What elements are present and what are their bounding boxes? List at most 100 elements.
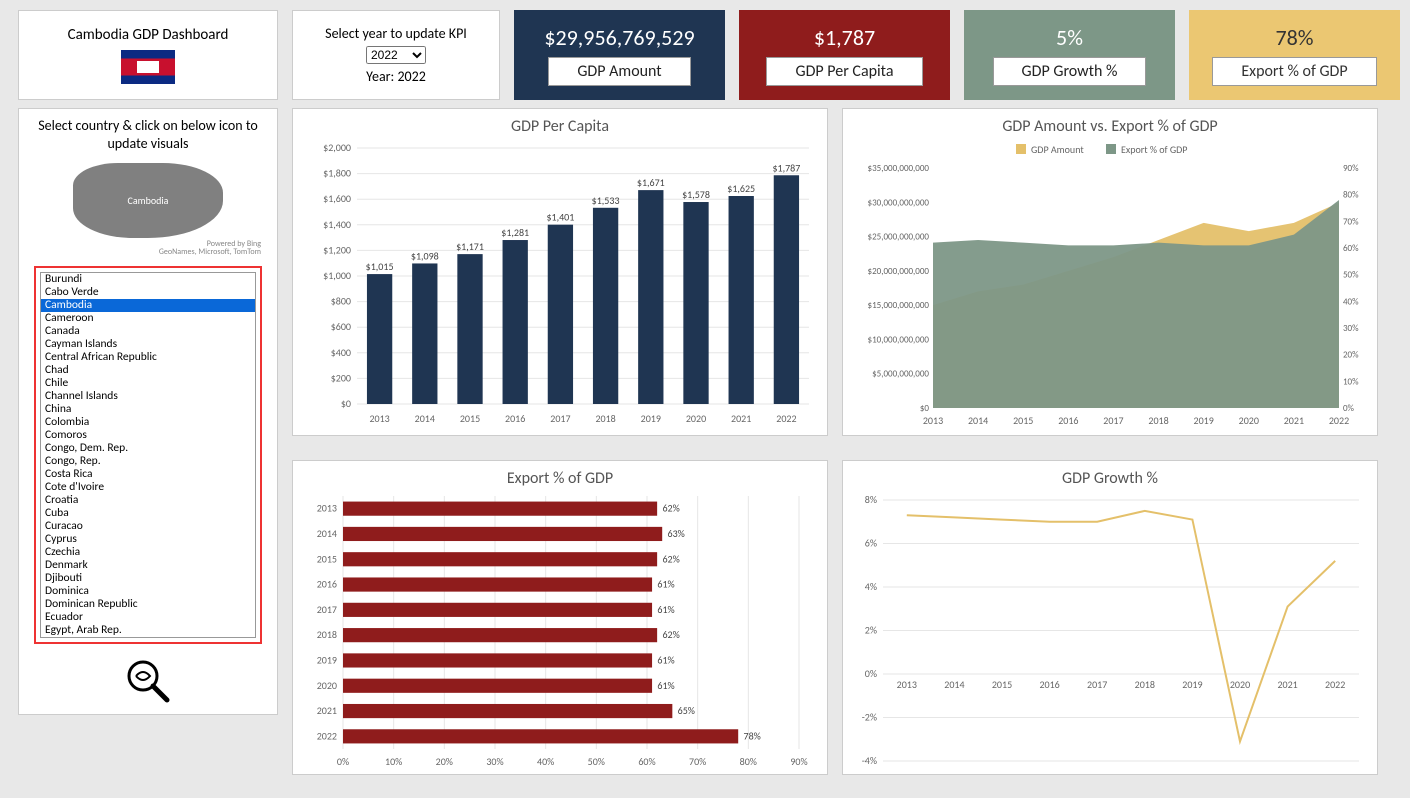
svg-text:$10,000,000,000: $10,000,000,000 <box>868 334 930 345</box>
svg-text:$2,000: $2,000 <box>323 141 351 154</box>
svg-text:2021: 2021 <box>1284 414 1304 427</box>
svg-text:$200: $200 <box>331 371 351 384</box>
kpi-label: GDP Amount <box>548 57 690 86</box>
svg-text:50%: 50% <box>588 755 605 768</box>
svg-text:78%: 78% <box>744 729 761 742</box>
kpi-2: 5%GDP Growth % <box>964 10 1175 100</box>
year-select[interactable]: 2013201420152016201720182019202020212022 <box>366 46 426 64</box>
svg-text:$1,281: $1,281 <box>501 226 529 239</box>
svg-text:2022: 2022 <box>1325 678 1345 691</box>
svg-text:2%: 2% <box>865 623 877 636</box>
svg-text:2018: 2018 <box>1148 414 1168 427</box>
svg-text:$5,000,000,000: $5,000,000,000 <box>872 369 929 380</box>
country-option[interactable]: Chad <box>41 364 255 377</box>
svg-text:2019: 2019 <box>1194 414 1214 427</box>
svg-text:$1,098: $1,098 <box>411 249 439 262</box>
dashboard-title: Cambodia GDP Dashboard <box>68 26 229 44</box>
svg-text:60%: 60% <box>638 755 655 768</box>
country-option[interactable]: Egypt, Arab Rep. <box>41 624 255 637</box>
svg-text:2018: 2018 <box>317 628 337 641</box>
kpi-value: $1,787 <box>814 24 875 51</box>
svg-text:2014: 2014 <box>317 526 337 539</box>
svg-text:Export % of GDP: Export % of GDP <box>1121 143 1187 156</box>
country-option[interactable]: Channel Islands <box>41 390 255 403</box>
svg-text:$1,600: $1,600 <box>323 192 351 205</box>
svg-text:61%: 61% <box>657 653 674 666</box>
svg-text:2018: 2018 <box>1135 678 1155 691</box>
svg-text:60%: 60% <box>1343 243 1359 254</box>
svg-text:2013: 2013 <box>317 501 337 514</box>
svg-text:2015: 2015 <box>992 678 1012 691</box>
svg-text:2017: 2017 <box>1103 414 1123 427</box>
map-attrib-2: GeoNames, Microsoft, TomTom <box>159 248 261 256</box>
country-listbox[interactable]: BurundiCabo VerdeCambodiaCameroonCanadaC… <box>40 272 256 638</box>
svg-text:0%: 0% <box>865 667 877 680</box>
kpi-label: GDP Per Capita <box>766 57 922 86</box>
svg-text:70%: 70% <box>689 755 706 768</box>
chart-gdp-vs-export: GDP Amount vs. Export % of GDP GDP Amoun… <box>842 108 1378 436</box>
svg-text:$800: $800 <box>331 295 351 308</box>
kpi-value: $29,956,769,529 <box>544 24 694 51</box>
country-selector-card: Select country & click on below icon to … <box>18 108 278 715</box>
svg-text:30%: 30% <box>486 755 503 768</box>
svg-text:2021: 2021 <box>317 704 337 717</box>
svg-text:30%: 30% <box>1343 323 1359 334</box>
svg-text:$1,578: $1,578 <box>682 188 710 201</box>
country-option[interactable]: Croatia <box>41 494 255 507</box>
svg-text:2019: 2019 <box>1182 678 1202 691</box>
svg-text:$1,671: $1,671 <box>637 176 665 189</box>
svg-text:62%: 62% <box>662 552 679 565</box>
svg-text:90%: 90% <box>1343 163 1359 174</box>
chart-gdp-per-capita: GDP Per Capita $0$200$400$600$800$1,000$… <box>292 108 828 436</box>
kpi-3: 78%Export % of GDP <box>1189 10 1400 100</box>
svg-text:$400: $400 <box>331 346 351 359</box>
svg-text:2021: 2021 <box>1277 678 1297 691</box>
svg-text:$15,000,000,000: $15,000,000,000 <box>868 300 930 311</box>
svg-text:$1,200: $1,200 <box>323 243 351 256</box>
kpi-value: 78% <box>1275 24 1313 51</box>
svg-text:$1,401: $1,401 <box>546 211 574 224</box>
svg-text:2020: 2020 <box>317 678 337 691</box>
svg-text:10%: 10% <box>385 755 402 768</box>
country-listbox-frame: BurundiCabo VerdeCambodiaCameroonCanadaC… <box>34 266 262 644</box>
svg-text:$1,015: $1,015 <box>366 260 394 273</box>
svg-text:2020: 2020 <box>1239 414 1259 427</box>
dashboard-title-card: Cambodia GDP Dashboard <box>18 10 278 100</box>
svg-text:70%: 70% <box>1343 216 1359 227</box>
svg-text:2017: 2017 <box>317 602 337 615</box>
svg-text:80%: 80% <box>740 755 757 768</box>
svg-text:2021: 2021 <box>731 412 751 425</box>
svg-text:$35,000,000,000: $35,000,000,000 <box>868 163 930 174</box>
svg-text:2015: 2015 <box>317 552 337 565</box>
svg-text:61%: 61% <box>657 577 674 590</box>
svg-text:8%: 8% <box>865 493 877 506</box>
svg-text:61%: 61% <box>657 678 674 691</box>
chart-export-pct: Export % of GDP 0%10%20%30%40%50%60%70%8… <box>292 460 828 775</box>
svg-text:10%: 10% <box>1343 376 1359 387</box>
country-instruction: Select country & click on below icon to … <box>25 117 271 153</box>
svg-text:62%: 62% <box>662 501 679 514</box>
svg-text:2019: 2019 <box>641 412 661 425</box>
refresh-icon[interactable] <box>123 656 173 706</box>
svg-text:2013: 2013 <box>923 414 943 427</box>
svg-text:65%: 65% <box>678 704 695 717</box>
svg-text:40%: 40% <box>537 755 554 768</box>
svg-text:$25,000,000,000: $25,000,000,000 <box>868 232 930 243</box>
country-option[interactable]: Central African Republic <box>41 351 255 364</box>
svg-text:2020: 2020 <box>686 412 706 425</box>
svg-text:$1,625: $1,625 <box>727 182 755 195</box>
svg-text:2017: 2017 <box>1087 678 1107 691</box>
svg-text:2022: 2022 <box>1329 414 1349 427</box>
svg-text:2017: 2017 <box>550 412 570 425</box>
svg-text:2014: 2014 <box>968 414 988 427</box>
country-map[interactable]: Cambodia <box>73 163 223 238</box>
svg-text:62%: 62% <box>662 628 679 641</box>
svg-text:61%: 61% <box>657 602 674 615</box>
svg-text:$1,171: $1,171 <box>456 240 484 253</box>
svg-text:2013: 2013 <box>897 678 917 691</box>
svg-text:GDP Amount: GDP Amount <box>1031 143 1084 156</box>
kpi-1: $1,787 GDP Per Capita <box>739 10 950 100</box>
svg-text:6%: 6% <box>865 536 877 549</box>
year-selector-card: Select year to update KPI 20132014201520… <box>292 10 500 100</box>
svg-text:2016: 2016 <box>505 412 525 425</box>
